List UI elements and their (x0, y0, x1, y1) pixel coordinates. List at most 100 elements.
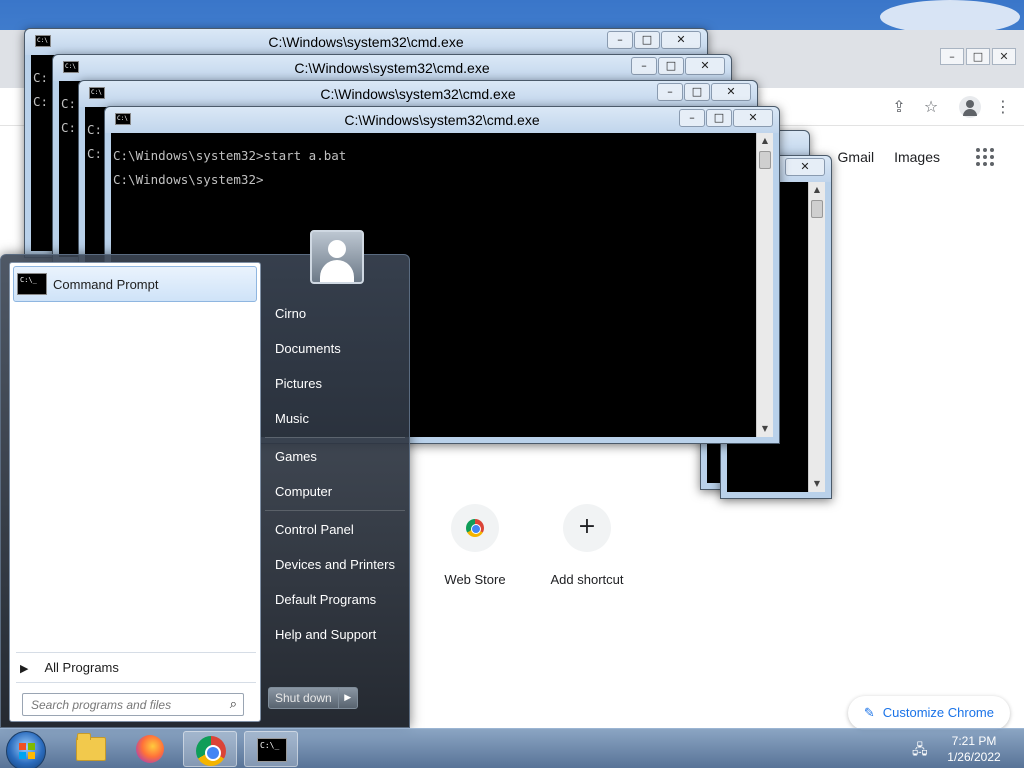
start-menu-link-user[interactable]: Cirno (275, 306, 306, 321)
cmd-line: C: (61, 120, 77, 135)
close-icon[interactable]: ✕ (711, 83, 751, 101)
shutdown-control: Shut down ▶ (268, 687, 358, 709)
divider (265, 437, 405, 438)
chrome-close-button[interactable]: ✕ (992, 48, 1016, 65)
minimize-icon[interactable]: – (657, 83, 683, 101)
windows-logo-icon (19, 743, 35, 759)
firefox-icon (136, 735, 164, 763)
chrome-maximize-button[interactable]: □ (966, 48, 990, 65)
scroll-down-icon[interactable]: ▼ (809, 476, 825, 492)
start-menu-link-music[interactable]: Music (275, 411, 309, 426)
customize-chrome-label: Customize Chrome (882, 705, 994, 720)
start-button[interactable] (6, 731, 46, 768)
chrome-top-links: Gmail Images (838, 148, 994, 166)
user-account-picture[interactable] (310, 230, 364, 284)
scroll-up-icon[interactable]: ▲ (757, 133, 773, 149)
scroll-thumb[interactable] (759, 151, 771, 169)
start-menu-item-label: Command Prompt (53, 277, 159, 292)
start-menu-link-help-support[interactable]: Help and Support (275, 627, 376, 642)
search-icon[interactable]: ⌕ (230, 697, 237, 712)
shutdown-button[interactable]: Shut down (269, 688, 339, 708)
minimize-icon[interactable]: – (679, 109, 705, 127)
cmd-line: C:\Windows\system32> (113, 172, 264, 187)
cmd-scrollbar[interactable]: ▲ ▼ (756, 133, 773, 437)
cmd-titlebar[interactable]: C:\ C:\Windows\system32\cmd.exe – □ ✕ (105, 107, 779, 133)
close-icon[interactable]: ✕ (685, 57, 725, 75)
cmd-title: C:\Windows\system32\cmd.exe (344, 112, 540, 128)
cmd-line: C: (33, 70, 49, 85)
cmd-title: C:\Windows\system32\cmd.exe (268, 34, 464, 50)
start-menu-link-computer[interactable]: Computer (275, 484, 332, 499)
cmd-line: C: (61, 96, 77, 111)
apps-grid-icon[interactable] (976, 148, 994, 166)
triangle-right-icon: ▶ (20, 662, 29, 675)
images-link[interactable]: Images (894, 149, 940, 165)
clock-time: 7:21 PM (951, 734, 997, 748)
start-menu-link-control-panel[interactable]: Control Panel (275, 522, 354, 537)
start-menu-link-pictures[interactable]: Pictures (275, 376, 322, 391)
start-menu: C:\_ Command Prompt ▶ All Programs Search… (0, 230, 410, 728)
shortcut-add[interactable]: + Add shortcut (537, 504, 637, 587)
minimize-icon[interactable]: – (607, 31, 633, 49)
cmd-titlebar[interactable]: C:\ C:\Windows\system32\cmd.exe – □ ✕ (79, 81, 757, 107)
chrome-web-store-icon (451, 504, 499, 552)
star-icon[interactable]: ☆ (918, 94, 944, 120)
all-programs-button[interactable]: ▶ All Programs (20, 660, 119, 675)
menu-kebab-icon[interactable]: ⋮ (990, 94, 1016, 120)
plus-icon: + (563, 504, 611, 552)
start-menu-link-documents[interactable]: Documents (275, 341, 341, 356)
search-placeholder: Search programs and files (31, 698, 172, 712)
cmd-scrollbar[interactable]: ▲ ▼ (808, 182, 825, 492)
cmd-titlebar[interactable]: C:\ C:\Windows\system32\cmd.exe – □ ✕ (53, 55, 731, 81)
taskbar-file-explorer[interactable] (62, 731, 116, 767)
profile-icon[interactable] (957, 94, 983, 120)
cmd-line: C: (33, 94, 49, 109)
taskbar-firefox[interactable] (122, 731, 176, 767)
network-icon[interactable]: 🖧 (912, 739, 930, 758)
gmail-link[interactable]: Gmail (838, 149, 875, 165)
cmd-title: C:\Windows\system32\cmd.exe (294, 60, 490, 76)
close-icon[interactable]: ✕ (785, 158, 825, 176)
chrome-minimize-button[interactable]: – (940, 48, 964, 65)
cmd-titlebar[interactable]: C:\ C:\Windows\system32\cmd.exe – □ ✕ (25, 29, 707, 55)
scroll-down-icon[interactable]: ▼ (757, 421, 773, 437)
start-menu-item-command-prompt[interactable]: C:\_ Command Prompt (13, 266, 257, 302)
start-menu-link-default-programs[interactable]: Default Programs (275, 592, 376, 607)
taskbar: C:\_ 🖧 7:21 PM 1/26/2022 (0, 728, 1024, 768)
system-clock[interactable]: 7:21 PM 1/26/2022 (938, 733, 1010, 765)
pencil-icon: ✎ (863, 706, 875, 721)
divider (16, 682, 256, 683)
command-prompt-icon: C:\_ (17, 273, 47, 295)
all-programs-label: All Programs (44, 660, 119, 675)
file-explorer-icon (76, 733, 106, 761)
scroll-thumb[interactable] (811, 200, 823, 218)
scroll-up-icon[interactable]: ▲ (809, 182, 825, 198)
close-icon[interactable]: ✕ (733, 109, 773, 127)
maximize-icon[interactable]: □ (658, 57, 684, 75)
shutdown-options-arrow-icon[interactable]: ▶ (339, 688, 357, 708)
shortcut-label: Web Store (444, 572, 506, 587)
customize-chrome-button[interactable]: ✎ Customize Chrome (847, 696, 1010, 730)
cmd-title: C:\Windows\system32\cmd.exe (320, 86, 516, 102)
start-menu-programs-pane: C:\_ Command Prompt ▶ All Programs Search… (9, 262, 261, 722)
chrome-window-controls: – □ ✕ (940, 48, 1016, 65)
maximize-icon[interactable]: □ (706, 109, 732, 127)
chrome-icon (196, 736, 226, 766)
start-menu-link-games[interactable]: Games (275, 449, 317, 464)
close-icon[interactable]: ✕ (661, 31, 701, 49)
minimize-icon[interactable]: – (631, 57, 657, 75)
start-menu-link-devices-printers[interactable]: Devices and Printers (275, 557, 395, 572)
cmd-line: C: (87, 122, 103, 137)
shortcut-label: Add shortcut (550, 572, 624, 587)
search-programs-input[interactable]: Search programs and files ⌕ (22, 693, 244, 716)
cmd-line: C: (87, 146, 103, 161)
divider (16, 652, 256, 653)
shortcut-web-store[interactable]: Web Store (425, 504, 525, 587)
cmd-line: C:\Windows\system32>start a.bat (113, 148, 347, 163)
share-icon[interactable]: ⇪ (886, 94, 912, 120)
divider (265, 510, 405, 511)
maximize-icon[interactable]: □ (684, 83, 710, 101)
taskbar-chrome[interactable] (183, 731, 237, 767)
maximize-icon[interactable]: □ (634, 31, 660, 49)
taskbar-command-prompt[interactable]: C:\_ (244, 731, 298, 767)
